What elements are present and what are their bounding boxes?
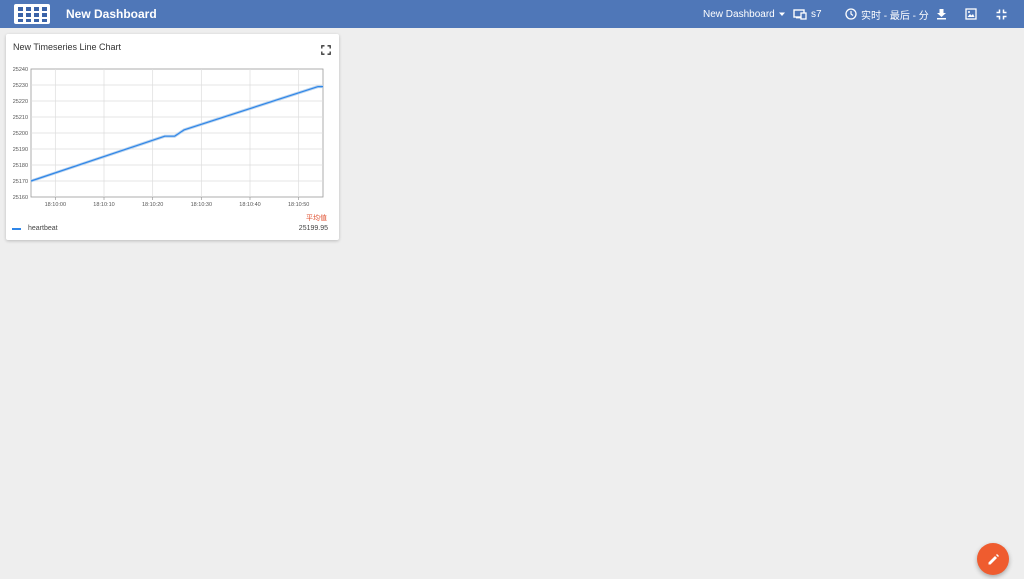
edit-icon — [988, 553, 999, 564]
legend-series-value: 25199.95 — [298, 225, 328, 232]
dashboard-select-label: New Dashboard — [703, 8, 775, 20]
clock-icon — [845, 8, 857, 20]
x-tick-label: 18:10:20 — [142, 202, 163, 208]
line-chart[interactable]: 25160 25170 25180 25190 25200 25210 25220 25230… — [6, 62, 339, 242]
timeseries-widget: New Timeseries Line Chart 25160 25170 2518… — [6, 34, 339, 240]
fullscreen-exit-icon — [996, 9, 1007, 19]
y-tick-label: 25170 — [13, 179, 28, 185]
logo — [14, 4, 50, 24]
devices-icon — [793, 9, 807, 20]
x-tick-label: 18:10:40 — [239, 202, 260, 208]
legend-series-name[interactable]: heartbeat — [28, 225, 58, 232]
y-tick-label: 25190 — [13, 147, 28, 153]
widget-title: New Timeseries Line Chart — [13, 42, 122, 52]
y-tick-label: 25180 — [13, 163, 28, 169]
dashboard-select[interactable]: New Dashboard — [703, 0, 786, 28]
chevron-down-icon — [778, 12, 785, 16]
dashboard-image-button[interactable] — [965, 0, 977, 28]
x-tick-label: 18:10:00 — [45, 202, 66, 208]
image-icon — [965, 8, 977, 20]
fullscreen-icon[interactable] — [321, 45, 331, 55]
timewindow-button[interactable]: 实时 - 最后 - 分 — [845, 0, 929, 28]
dashboard-title: New Dashboard — [66, 7, 157, 21]
exit-fullscreen-button[interactable] — [996, 0, 1007, 28]
y-tick-label: 25220 — [13, 99, 28, 105]
entity-alias-button[interactable]: s7 — [793, 0, 822, 28]
y-tick-label: 25160 — [13, 195, 28, 201]
x-tick-label: 18:10:50 — [288, 202, 309, 208]
top-toolbar: New Dashboard New Dashboard s7 实时 - 最后 -… — [0, 0, 1024, 28]
legend-header-average: 平均值 — [306, 215, 327, 222]
timewindow-label: 实时 - 最后 - 分 — [861, 10, 929, 22]
y-tick-label: 25200 — [13, 131, 28, 137]
legend-swatch — [12, 228, 21, 230]
download-icon — [937, 9, 946, 20]
edit-dashboard-button[interactable] — [977, 543, 1009, 575]
x-tick-label: 18:10:10 — [93, 202, 114, 208]
y-tick-label: 25230 — [13, 83, 28, 89]
entity-alias-label: s7 — [811, 8, 822, 20]
export-button[interactable] — [936, 0, 947, 28]
y-tick-label: 25210 — [13, 115, 28, 121]
y-tick-label: 25240 — [13, 67, 28, 73]
x-tick-label: 18:10:30 — [191, 202, 212, 208]
